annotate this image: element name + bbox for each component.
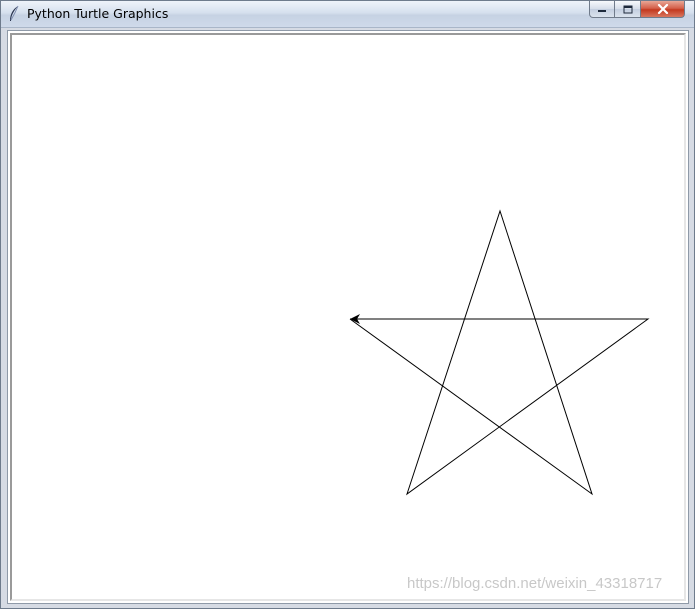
close-icon [657, 4, 668, 14]
window-client-area [7, 30, 689, 604]
maximize-icon [623, 5, 632, 13]
title-bar[interactable]: Python Turtle Graphics [1, 1, 694, 28]
star-drawing [349, 209, 650, 496]
window-title: Python Turtle Graphics [27, 6, 169, 21]
maximize-button[interactable] [615, 1, 641, 18]
turtle-canvas-frame [10, 33, 686, 601]
turtle-window: Python Turtle Graphics https://blog.csdn… [0, 0, 695, 609]
watermark-text: https://blog.csdn.net/weixin_43318717 [407, 575, 663, 592]
turtle-canvas[interactable] [12, 35, 684, 599]
minimize-button[interactable] [589, 1, 615, 18]
close-button[interactable] [641, 1, 685, 18]
minimize-icon [598, 10, 606, 12]
feather-icon [10, 5, 19, 21]
